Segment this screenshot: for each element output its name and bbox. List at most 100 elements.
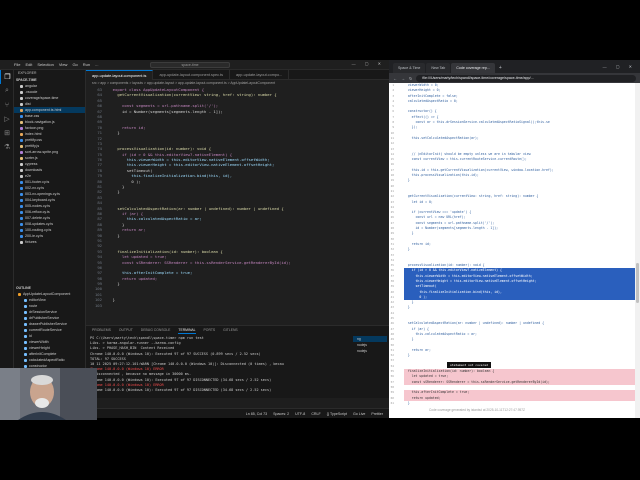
outline-label: currentRouteService	[29, 328, 62, 332]
property-icon	[24, 322, 27, 326]
menu-item[interactable]: Run	[83, 62, 90, 67]
file-tree-label: 002-nx.cy.ts	[25, 186, 45, 190]
code-text: }	[108, 189, 120, 195]
file-tree-label: 003-nx-openings.cy.ts	[25, 192, 60, 196]
file-type-icon	[20, 138, 23, 142]
address-bar[interactable]: file:///Users/marty/tech/spandl/space-ti…	[416, 74, 636, 82]
file-type-icon	[20, 204, 23, 208]
file-tree: angular .vscode coverage/space-time dist app…	[14, 83, 85, 245]
menu-item[interactable]: Go	[72, 62, 77, 67]
browser-tab[interactable]: Code coverage rep...	[451, 63, 495, 73]
file-type-icon	[20, 180, 23, 184]
browser-toolbar: ← → ↻ file:///Users/marty/tech/spandl/sp…	[389, 73, 640, 83]
file-type-icon	[20, 90, 23, 94]
terminal-output[interactable]: PS C:\Users\marty\tech\spandl\space-time…	[90, 336, 350, 393]
property-icon	[24, 346, 27, 350]
file-type-icon	[20, 144, 23, 148]
menu-item[interactable]: ...	[95, 62, 98, 67]
search-icon[interactable]: ⌕	[0, 84, 14, 98]
file-tree-label: e2e	[25, 174, 31, 178]
terminal-list: ng nodejs nodejs	[353, 336, 387, 354]
file-tree-label: sort-arrow-sprite.png	[25, 150, 59, 154]
activity-bar: ❐ ⌕ ⑂ ▷ ⊞ ⚗	[0, 70, 14, 408]
line-number: 103	[94, 302, 102, 308]
status-item[interactable]: Go Live	[353, 412, 365, 416]
menu-bar: File Edit Selection View Go Run...	[14, 62, 98, 67]
editor-tab[interactable]: app-update-layout.compo...	[230, 70, 290, 80]
new-tab-icon[interactable]: +	[496, 63, 505, 73]
coverage-hit-count	[396, 401, 404, 406]
reload-icon[interactable]: ↻	[409, 76, 412, 81]
panel-tab[interactable]: OUTPUT	[119, 326, 133, 334]
panel-tab[interactable]: DEBUG CONSOLE	[141, 326, 171, 334]
editor-tab[interactable]: app-update-layout.component.ts	[86, 70, 154, 80]
panel-tab[interactable]: PROBLEMS	[92, 326, 111, 334]
outline-label: viewerHeight	[29, 346, 50, 350]
property-icon	[24, 328, 27, 332]
browser-window-controls[interactable]: — ▢ ✕	[603, 60, 640, 73]
file-tree-label: prettify.css	[25, 138, 42, 142]
source-control-icon[interactable]: ⑂	[0, 98, 14, 112]
file-tree-label: cypress	[25, 162, 38, 166]
status-item[interactable]: UTF-8	[295, 412, 305, 416]
file-tree-label: .vscode	[25, 90, 38, 94]
class-icon	[18, 292, 21, 296]
back-icon[interactable]: ←	[393, 76, 397, 81]
file-type-icon	[20, 108, 23, 112]
status-item[interactable]: Prettier	[371, 412, 383, 416]
file-type-icon	[20, 210, 23, 214]
file-tree-label: 005-nodes.cy.ts	[25, 204, 51, 208]
menu-item[interactable]: Selection	[37, 62, 53, 67]
explorer-title: EXPLORER	[18, 71, 37, 75]
outline-label: drawerPublisherService	[29, 322, 67, 326]
code-editor[interactable]: 63 export class AppUpdateLayoutComponent…	[86, 87, 389, 325]
menu-item[interactable]: Edit	[25, 62, 32, 67]
file-type-icon	[20, 168, 23, 172]
panel-tab[interactable]: PORTS	[204, 326, 216, 334]
file-tree-label: app.component.ts.html	[25, 108, 62, 112]
editor-tab[interactable]: app-update-layout.component.spec.ts	[153, 70, 231, 80]
testing-icon[interactable]: ⚗	[0, 140, 14, 154]
outline-label: drPublisherService	[29, 316, 60, 320]
outline-label: editorView	[29, 298, 46, 302]
file-tree-label: block-navigation.js	[25, 120, 55, 124]
coverage-line: 61 }	[389, 401, 635, 406]
browser-tab-strip: Space & Time New Tab Code coverage rep... +…	[389, 60, 640, 73]
status-item[interactable]: CRLF	[311, 412, 320, 416]
editor-area: app-update-layout.component.ts app-update…	[86, 70, 389, 398]
explorer-icon[interactable]: ❐	[0, 70, 14, 84]
file-tree-label: angular	[25, 84, 37, 88]
file-tree-item[interactable]: fixtures	[14, 239, 85, 245]
property-icon	[24, 340, 27, 344]
status-item[interactable]: Spaces: 2	[273, 412, 289, 416]
window-controls[interactable]: — ▢ ✕	[352, 61, 385, 66]
code-text: }	[108, 130, 120, 136]
code-text: const sSRenderer: SSRenderer = this.ssRe…	[108, 259, 291, 265]
coverage-line-number: 61	[390, 400, 394, 405]
file-type-icon	[20, 192, 23, 196]
browser-tab[interactable]: New Tab	[426, 63, 451, 73]
browser-tab[interactable]: Space & Time	[393, 63, 426, 73]
outline-label: afterInitComplete	[29, 352, 57, 356]
extensions-icon[interactable]: ⊞	[0, 126, 14, 140]
command-search-input[interactable]: space-time	[150, 62, 230, 68]
run-debug-icon[interactable]: ▷	[0, 112, 14, 126]
code-text: }	[108, 297, 116, 303]
forward-icon[interactable]: →	[401, 76, 405, 81]
status-item[interactable]: Ln 85, Col 73	[246, 412, 267, 416]
menu-item[interactable]: File	[14, 62, 20, 67]
file-tree-label: favicon.png	[25, 126, 44, 130]
terminal-instance[interactable]: nodejs	[353, 348, 387, 354]
page-scrollbar[interactable]	[635, 83, 640, 418]
file-tree-label: 001-footer.cy.ts	[25, 180, 50, 184]
panel-tab[interactable]: TERMINAL	[178, 326, 196, 334]
menu-item[interactable]: View	[59, 62, 68, 67]
outline-label: route	[29, 304, 38, 308]
breadcrumb[interactable]: src > app > components > layouts > app-u…	[86, 80, 389, 87]
panel-tab[interactable]: GITLENS	[223, 326, 238, 334]
status-item[interactable]: {} TypeScript	[327, 412, 347, 416]
scrollbar-thumb[interactable]	[636, 263, 639, 303]
coverage-tooltip: statement not covered	[447, 362, 491, 368]
file-type-icon	[20, 162, 23, 166]
file-tree-label: 100-routing.cy.ts	[25, 228, 52, 232]
